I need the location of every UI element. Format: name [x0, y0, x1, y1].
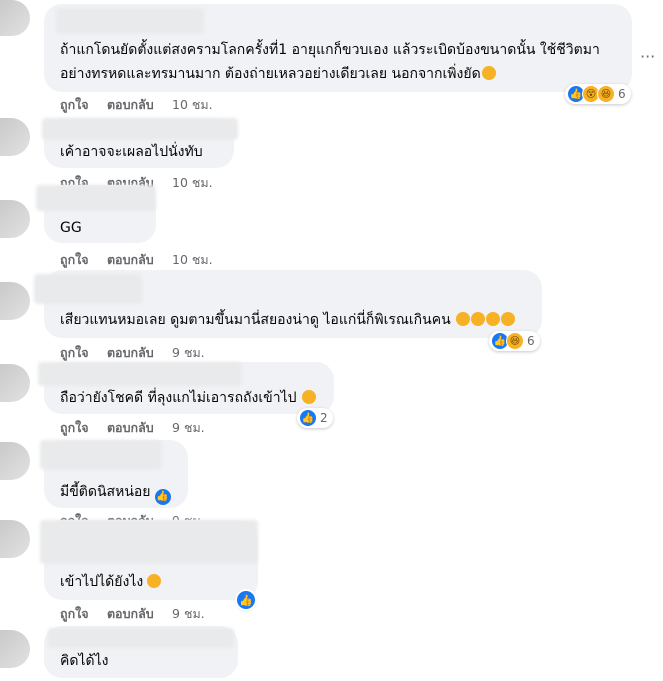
- commenter-name[interactable]: [56, 8, 204, 34]
- comment-text: มีขี้ติดนิสหน่อย 👍: [60, 482, 171, 505]
- reaction-summary[interactable]: 👍 😆 6: [489, 331, 540, 351]
- comment-text: GG: [60, 220, 82, 236]
- comment-text: ถือว่ายังโชคดี ที่ลุงแกไม่เอารถถังเข้าไป: [60, 388, 316, 409]
- comment-bubble: เค้าอาจจะเผลอไปนั่งทับ: [42, 118, 238, 168]
- avatar[interactable]: [0, 282, 30, 320]
- avatar[interactable]: [0, 118, 30, 156]
- haha-icon: [481, 66, 496, 80]
- commenter-name[interactable]: [42, 118, 238, 140]
- haha-icon: [486, 312, 501, 326]
- haha-icon: [501, 312, 516, 326]
- comment-text: เค้าอาจจะเผลอไปนั่งทับ: [60, 144, 203, 160]
- comment-actions: ถูกใจ ตอบกลับ 9 ชม.: [60, 418, 219, 438]
- grin-icon: [301, 390, 316, 404]
- haha-icon: 😆: [506, 332, 524, 350]
- commenter-name[interactable]: [40, 440, 162, 470]
- comment-text: เสียวแทนหมอเลย ดูมตามขึ้นมานี่สยองน่าดู …: [60, 310, 516, 331]
- reply-button[interactable]: ตอบกลับ: [107, 606, 154, 621]
- avatar[interactable]: [0, 0, 30, 36]
- like-icon[interactable]: 👍: [237, 591, 255, 609]
- comment-actions: ถูกใจ ตอบกลับ 10 ชม.: [60, 95, 227, 115]
- comment-text: อย่างทรหดและทรมานมาก ต้องถ่ายเหลวอย่างเด…: [60, 64, 496, 85]
- like-button[interactable]: ถูกใจ: [60, 606, 89, 621]
- comment-actions: ถูกใจ ตอบกลับ 9 ชม.: [60, 604, 219, 624]
- comment-bubble: ถ้าแกโดนยัดตั้งแต่สงครามโลกครั้งที่1 อาย…: [44, 4, 632, 92]
- haha-icon: 😆: [597, 85, 615, 103]
- timestamp[interactable]: 9 ชม.: [172, 345, 205, 360]
- reaction-summary[interactable]: 👍 😵 😆 6: [565, 84, 631, 104]
- comment-bubble: ถือว่ายังโชคดี ที่ลุงแกไม่เอารถถังเข้าไป: [38, 362, 334, 414]
- reply-button[interactable]: ตอบกลับ: [107, 97, 154, 112]
- reaction-count: 6: [618, 87, 626, 101]
- comment-bubble: GG: [36, 185, 156, 243]
- reaction-summary[interactable]: 👍 2: [297, 408, 333, 428]
- like-button[interactable]: ถูกใจ: [60, 420, 89, 435]
- timestamp[interactable]: 10 ชม.: [172, 97, 213, 112]
- comment-bubble: คิดได้ไง: [44, 626, 238, 678]
- reply-button[interactable]: ตอบกลับ: [107, 420, 154, 435]
- reaction-count: 2: [320, 411, 328, 425]
- like-button[interactable]: ถูกใจ: [60, 97, 89, 112]
- comment-actions: ถูกใจ ตอบกลับ 10 ชม.: [60, 250, 227, 270]
- timestamp[interactable]: 9 ชม.: [172, 606, 205, 621]
- comment-actions: ถูกใจ ตอบกลับ 9 ชม.: [60, 343, 219, 363]
- commenter-name[interactable]: [40, 520, 258, 564]
- comment-text: คิดได้ไง: [60, 653, 109, 669]
- timestamp[interactable]: 10 ชม.: [172, 252, 213, 267]
- reply-button[interactable]: ตอบกลับ: [107, 345, 154, 360]
- haha-icon: [456, 312, 471, 326]
- comment-bubble: เสียวแทนหมอเลย ดูมตามขึ้นมานี่สยองน่าดู …: [34, 270, 542, 338]
- avatar[interactable]: [0, 630, 30, 668]
- avatar[interactable]: [0, 200, 30, 238]
- reaction-count: 6: [527, 334, 535, 348]
- commenter-name[interactable]: [36, 185, 156, 211]
- avatar[interactable]: [0, 520, 30, 558]
- commenter-name[interactable]: [34, 274, 142, 304]
- haha-icon: [471, 312, 486, 326]
- commenter-name[interactable]: [48, 628, 234, 648]
- avatar[interactable]: [0, 364, 30, 402]
- like-button[interactable]: ถูกใจ: [60, 345, 89, 360]
- avatar[interactable]: [0, 442, 30, 480]
- comment-bubble: มีขี้ติดนิสหน่อย 👍: [40, 440, 188, 508]
- comment-text: เข้าไปได้ยังไง: [60, 572, 162, 593]
- more-options-icon[interactable]: ···: [640, 47, 655, 66]
- timestamp[interactable]: 10 ชม.: [172, 175, 213, 190]
- reply-button[interactable]: ตอบกลับ: [107, 252, 154, 267]
- like-button[interactable]: ถูกใจ: [60, 252, 89, 267]
- comment-bubble: เข้าไปได้ยังไง: [40, 520, 258, 600]
- commenter-name[interactable]: [38, 362, 242, 386]
- like-icon: 👍: [299, 409, 317, 427]
- like-icon: 👍: [154, 488, 171, 505]
- scream-icon: [147, 574, 162, 588]
- comment-text: ถ้าแกโดนยัดตั้งแต่สงครามโลกครั้งที่1 อาย…: [60, 42, 600, 58]
- timestamp[interactable]: 9 ชม.: [172, 420, 205, 435]
